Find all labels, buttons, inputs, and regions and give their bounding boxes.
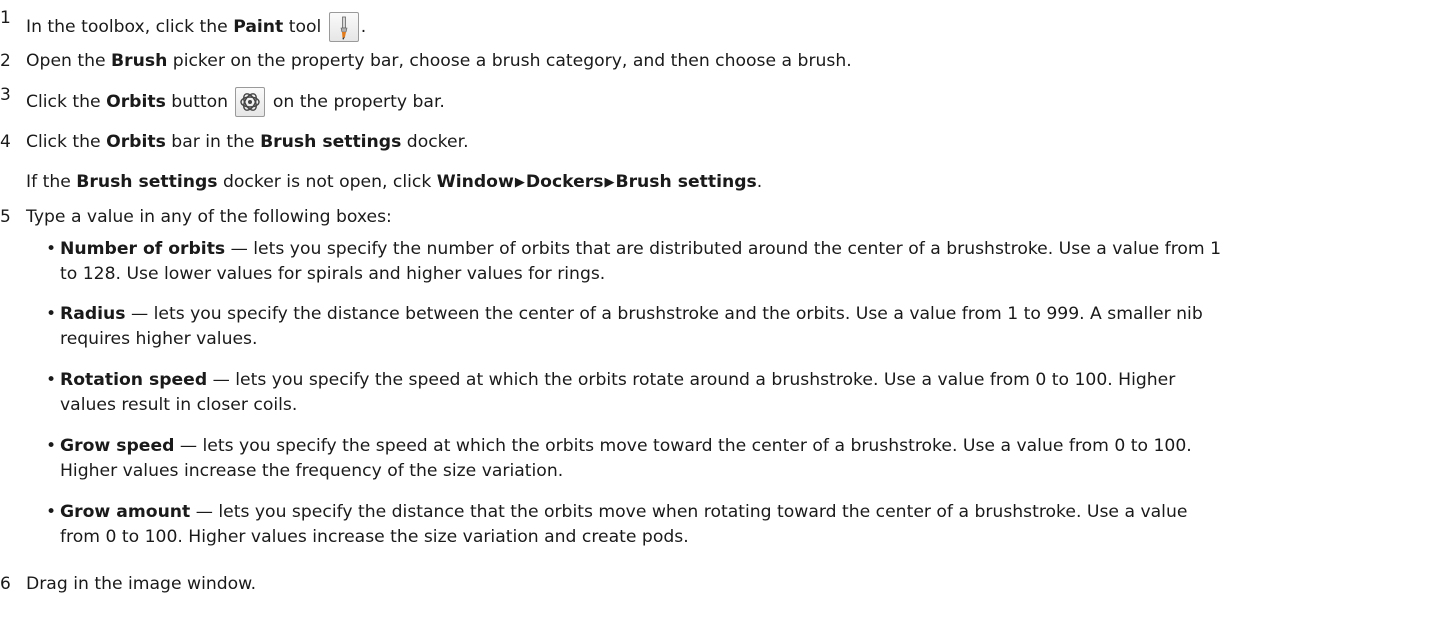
step-number: 5 bbox=[0, 207, 11, 227]
paintbrush-icon bbox=[328, 12, 359, 42]
step-number: 3 bbox=[0, 85, 11, 105]
ui-term: Paint bbox=[233, 17, 284, 37]
ui-term: Grow speed bbox=[60, 436, 175, 456]
step-number: 4 bbox=[0, 132, 11, 152]
step-number: 6 bbox=[0, 574, 11, 594]
bullet-icon: • bbox=[46, 239, 57, 259]
ui-term: Orbits bbox=[106, 132, 166, 152]
orbits-icon bbox=[235, 87, 266, 117]
step-number: 1 bbox=[0, 8, 11, 28]
ui-term: Brush settings bbox=[76, 172, 218, 192]
bullet-icon: • bbox=[46, 370, 57, 390]
step-text: Type a value in any of the following box… bbox=[26, 207, 392, 227]
ui-term: Number of orbits bbox=[60, 239, 226, 259]
bullet-icon: • bbox=[46, 502, 57, 522]
ui-term: Brush settings bbox=[260, 132, 402, 152]
ui-term: Brush bbox=[111, 51, 168, 71]
menu-item-dockers: Dockers bbox=[525, 172, 604, 192]
menu-separator-icon: ▶ bbox=[514, 175, 525, 190]
step-text: Click the Orbits button on the property … bbox=[26, 87, 445, 117]
step-text: Drag in the image window. bbox=[26, 574, 257, 594]
note-text: If the Brush settings docker is not open… bbox=[26, 172, 763, 192]
ui-term: Orbits bbox=[106, 92, 166, 112]
bullet-icon: • bbox=[46, 304, 57, 324]
step-text: Open the Brush picker on the property ba… bbox=[26, 51, 852, 71]
ui-term: Grow amount bbox=[60, 502, 191, 522]
menu-item-window: Window bbox=[436, 172, 514, 192]
menu-separator-icon: ▶ bbox=[604, 175, 615, 190]
ui-term: Rotation speed bbox=[60, 370, 208, 390]
menu-item-brush-settings: Brush settings bbox=[615, 172, 757, 192]
bullet-icon: • bbox=[46, 436, 57, 456]
step-text: Click the Orbits bar in the Brush settin… bbox=[26, 132, 469, 152]
ui-term: Radius bbox=[60, 304, 126, 324]
step-text: In the toolbox, click the Paint tool . bbox=[26, 12, 366, 42]
step-number: 2 bbox=[0, 51, 11, 71]
